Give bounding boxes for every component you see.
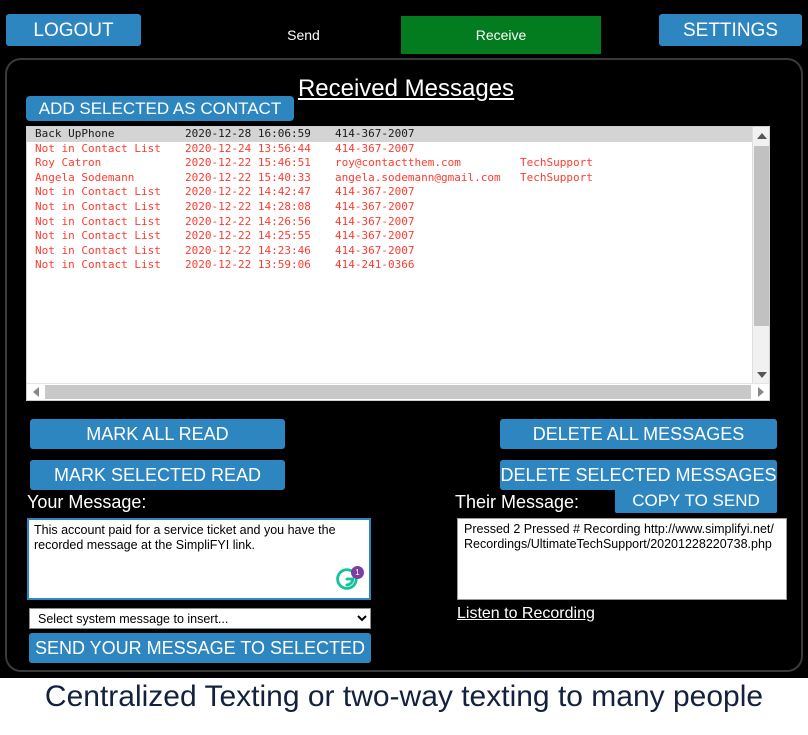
mark-selected-read-button[interactable]: MARK SELECTED READ <box>30 460 285 490</box>
message-list-rows: Back UpPhone 2020-12-28 16:06:59 414-367-2… <box>27 127 752 383</box>
scroll-right-icon[interactable] <box>752 384 769 400</box>
table-row[interactable]: Not in Contact List 2020-12-22 13:59:06 41… <box>27 258 752 273</box>
vertical-scrollbar[interactable] <box>752 127 769 383</box>
row-received-date: 2020-12-22 15:46:51 <box>185 156 311 170</box>
scroll-down-icon[interactable] <box>753 366 769 383</box>
row-from-address: 414-367-2007 <box>335 229 415 243</box>
row-from-address: angela.sodemann@gmail.com <box>335 170 501 184</box>
table-row[interactable]: Not in Contact List 2020-12-22 14:25:55 41… <box>27 229 752 244</box>
send-your-message-to-selected-button[interactable]: SEND YOUR MESSAGE TO SELECTED <box>29 633 371 663</box>
row-from-address: 414-241-0366 <box>335 258 415 272</box>
row-received-date: 2020-12-22 15:40:33 <box>185 170 311 184</box>
row-contact-name: Angela Sodemann <box>35 170 135 184</box>
scroll-up-icon[interactable] <box>753 127 769 144</box>
row-contact-name: Back UpPhone <box>35 127 115 140</box>
table-row[interactable]: Angela Sodemann 2020-12-22 15:40:33 angela… <box>27 171 752 186</box>
table-row[interactable]: Not in Contact List 2020-12-22 14:23:46 41… <box>27 244 752 259</box>
your-message-label: Your Message: <box>27 492 147 512</box>
row-from-address: 414-367-2007 <box>335 185 415 199</box>
your-message-input[interactable]: This account paid for a service ticket a… <box>27 518 371 600</box>
mark-all-read-button[interactable]: MARK ALL READ <box>30 419 285 449</box>
listen-to-recording-link[interactable]: Listen to Recording <box>457 605 595 623</box>
row-from-address: 414-367-2007 <box>335 127 415 140</box>
their-message-display[interactable]: Pressed 2 Pressed # Recording http://www… <box>457 518 787 600</box>
row-from-address: 414-367-2007 <box>335 141 415 155</box>
row-from-address: 414-367-2007 <box>335 243 415 257</box>
table-row[interactable]: Roy Catron 2020-12-22 15:46:51 roy@contact… <box>27 156 752 171</box>
row-received-date: 2020-12-22 14:23:46 <box>185 243 311 257</box>
row-from-address: 414-367-2007 <box>335 214 415 228</box>
tab-send[interactable]: Send <box>255 16 352 54</box>
copy-to-send-button[interactable]: COPY TO SEND <box>615 487 777 513</box>
row-from-address: 414-367-2007 <box>335 199 415 213</box>
row-contact-name: Roy Catron <box>35 156 102 170</box>
row-contact-name: Not in Contact List <box>35 258 161 272</box>
row-received-date: 2020-12-22 14:42:47 <box>185 185 311 199</box>
tab-receive[interactable]: Receive <box>401 16 601 54</box>
vertical-scrollbar-thumb[interactable] <box>754 146 769 326</box>
row-contact-name: Not in Contact List <box>35 185 161 199</box>
caption-text: Centralized Texting or two-way texting t… <box>44 680 764 713</box>
grammarly-badge: 1 <box>351 566 364 579</box>
row-received-date: 2020-12-24 13:56:44 <box>185 141 311 155</box>
message-list[interactable]: Back UpPhone 2020-12-28 16:06:59 414-367-2… <box>26 126 770 401</box>
table-row[interactable]: Not in Contact List 2020-12-22 14:28:08 41… <box>27 200 752 215</box>
app-shell: LOGOUT Send Receive SETTINGS Received Me… <box>0 0 808 678</box>
add-selected-as-contact-button[interactable]: ADD SELECTED AS CONTACT <box>26 96 294 121</box>
delete-all-messages-button[interactable]: DELETE ALL MESSAGES <box>500 419 777 449</box>
row-from-address: roy@contactthem.com <box>335 156 461 170</box>
settings-button[interactable]: SETTINGS <box>659 14 802 46</box>
their-message-text: Pressed 2 Pressed # Recording http://www… <box>464 522 774 551</box>
row-tag: TechSupport <box>520 156 593 170</box>
their-message-label: Their Message: <box>455 492 580 512</box>
row-received-date: 2020-12-22 14:28:08 <box>185 199 311 213</box>
row-received-date: 2020-12-22 14:26:56 <box>185 214 311 228</box>
row-received-date: 2020-12-28 16:06:59 <box>185 127 311 140</box>
row-contact-name: Not in Contact List <box>35 229 161 243</box>
table-row[interactable]: Not in Contact List 2020-12-22 14:26:56 41… <box>27 215 752 230</box>
table-row[interactable]: Not in Contact List 2020-12-22 14:42:47 41… <box>27 185 752 200</box>
row-contact-name: Not in Contact List <box>35 243 161 257</box>
horizontal-scrollbar[interactable] <box>27 383 769 400</box>
delete-selected-messages-button[interactable]: DELETE SELECTED MESSAGES <box>500 460 777 490</box>
system-message-select[interactable]: Select system message to insert... <box>29 608 371 629</box>
table-row[interactable]: Back UpPhone 2020-12-28 16:06:59 414-367-2… <box>27 127 752 142</box>
table-row[interactable]: Not in Contact List 2020-12-24 13:56:44 41… <box>27 142 752 157</box>
row-contact-name: Not in Contact List <box>35 141 161 155</box>
row-tag: TechSupport <box>520 170 593 184</box>
row-contact-name: Not in Contact List <box>35 199 161 213</box>
top-bar: LOGOUT Send Receive SETTINGS <box>0 0 808 58</box>
horizontal-scrollbar-thumb[interactable] <box>45 385 751 399</box>
received-messages-panel: Received Messages ADD SELECTED AS CONTAC… <box>5 58 803 672</box>
scroll-left-icon[interactable] <box>27 384 44 400</box>
row-received-date: 2020-12-22 14:25:55 <box>185 229 311 243</box>
logout-button[interactable]: LOGOUT <box>6 14 141 46</box>
row-contact-name: Not in Contact List <box>35 214 161 228</box>
row-received-date: 2020-12-22 13:59:06 <box>185 258 311 272</box>
your-message-text[interactable]: This account paid for a service ticket a… <box>34 523 364 553</box>
